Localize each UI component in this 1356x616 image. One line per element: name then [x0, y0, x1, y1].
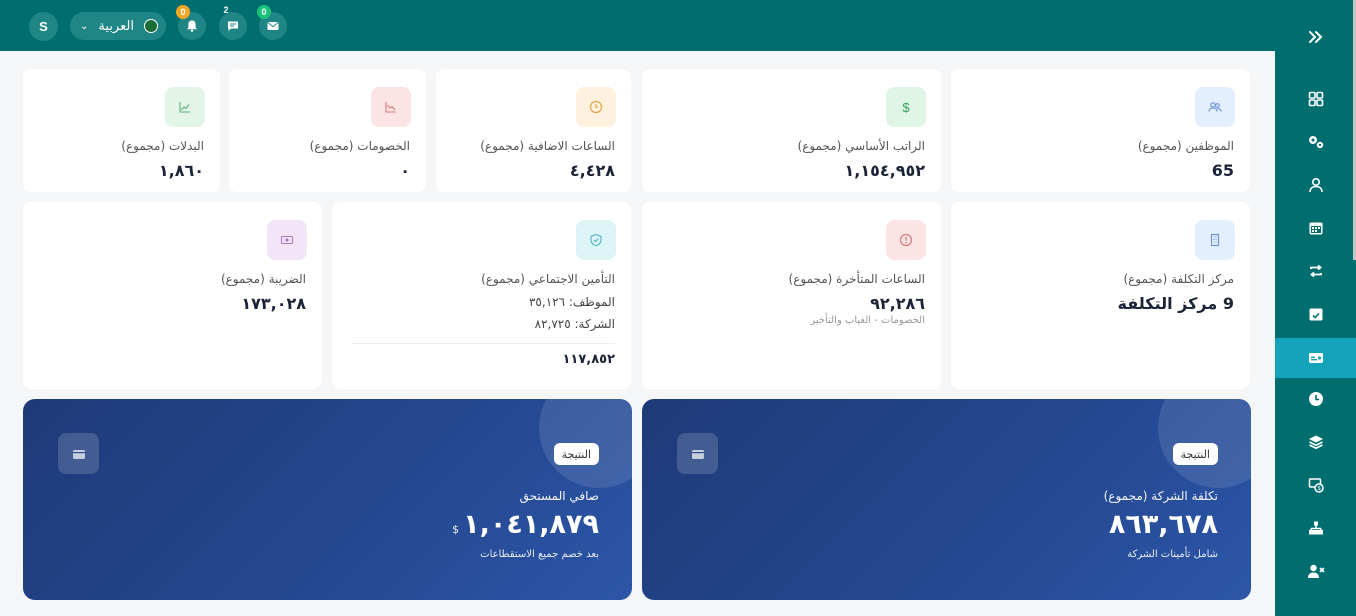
money-icon: $: [1308, 478, 1324, 493]
payroll-icon: [1308, 353, 1323, 363]
card-late-hours-label: الساعات المتأخرة (مجموع): [788, 272, 925, 286]
divider: [352, 343, 615, 344]
sidebar-item-settings[interactable]: [1275, 123, 1356, 161]
sidebar-item-finance[interactable]: $: [1275, 466, 1356, 504]
card-overtime-value: ٤,٤٢٨: [569, 161, 615, 180]
card-late-hours: الساعات المتأخرة (مجموع) ٩٢,٢٨٦ الخصومات…: [642, 202, 941, 389]
card-cost-center-label: مركز التكلفة (مجموع): [1123, 272, 1234, 286]
notifications-count: 0: [176, 5, 190, 19]
main-content: الموظفين (مجموع) 65 $ الراتب الأساسي (مج…: [0, 51, 1275, 616]
alert-icon: [886, 220, 926, 260]
card-basic-salary-label: الراتب الأساسي (مجموع): [797, 139, 925, 153]
chevron-down-icon: ⌄: [80, 20, 89, 32]
result-net-due-label: صافي المستحق: [519, 489, 599, 503]
dashboard-icon: [1308, 91, 1323, 107]
card-overtime-label: الساعات الاضافية (مجموع): [480, 139, 615, 153]
card-allowances-label: البدلات (مجموع): [121, 139, 204, 153]
card-tax-value: ١٧٣,٠٢٨: [241, 294, 306, 313]
result-pill: النتيجة: [1172, 443, 1218, 465]
top-bar: S ⌄ العربية 0 2 0: [0, 0, 1275, 51]
card-allowances: البدلات (مجموع) ١,٨٦٠: [23, 69, 220, 192]
card-deductions-value: ٠: [400, 161, 410, 180]
card-social-insurance-label: التأمين الاجتماعي (مجموع): [481, 272, 615, 286]
result-company-cost-label: تكلفة الشركة (مجموع): [1103, 489, 1218, 503]
card-social-insurance: التأمين الاجتماعي (مجموع) الموظف: ٣٥,١٢٦…: [332, 202, 631, 389]
bell-icon: [187, 20, 197, 32]
card-late-hours-value: ٩٢,٢٨٦: [870, 294, 925, 313]
org-icon: [1308, 521, 1323, 535]
card-basic-salary: $ الراتب الأساسي (مجموع) ١,١٥٤,٩٥٢: [642, 69, 941, 192]
result-net-due-subtext: بعد خصم جميع الاستقطاعات: [480, 549, 599, 560]
calendar-icon: [1309, 222, 1322, 235]
sidebar-item-time[interactable]: [1275, 380, 1356, 418]
user-avatar[interactable]: S: [29, 12, 58, 41]
result-company-cost-value: ٨٦٣,٦٧٨: [1108, 509, 1218, 540]
card-tax-label: الضريبة (مجموع): [220, 272, 306, 286]
mail-icon: [267, 22, 279, 30]
trend-up-icon: [165, 87, 205, 127]
settings-icon: [1308, 136, 1323, 149]
wallet-icon: [58, 433, 99, 474]
svg-text:$: $: [1317, 486, 1320, 492]
messages-count: 2: [223, 5, 229, 15]
mail-button[interactable]: 0: [257, 5, 287, 40]
transfer-icon: [1309, 264, 1322, 278]
sidebar-item-profile[interactable]: [1275, 166, 1356, 204]
result-company-cost-subtext: شامل تأمينات الشركة: [1127, 549, 1218, 560]
clock-icon: [576, 87, 616, 127]
chat-icon: [228, 21, 238, 31]
card-allowances-value: ١,٨٦٠: [158, 161, 204, 180]
sidebar: $: [1275, 0, 1356, 616]
sidebar-item-calendar[interactable]: [1275, 209, 1356, 247]
flag-icon: [143, 19, 158, 33]
wallet-icon: [677, 433, 718, 474]
result-net-due: النتيجة صافي المستحق ١,٠٤١,٨٧٩$ بعد خصم …: [23, 399, 632, 600]
sidebar-item-payroll[interactable]: [1275, 338, 1356, 378]
clock-icon: [1308, 392, 1323, 406]
user-icon: [1308, 177, 1323, 193]
card-cost-center: مركز التكلفة (مجموع) 9 مركز التكلفة: [951, 202, 1250, 389]
result-net-due-amount: ١,٠٤١,٨٧٩: [463, 509, 599, 540]
language-label: العربية: [98, 18, 134, 33]
cash-icon: [267, 220, 307, 260]
sidebar-item-dashboard[interactable]: [1275, 80, 1356, 118]
card-deductions-label: الخصومات (مجموع): [309, 139, 410, 153]
mail-count: 0: [257, 5, 271, 19]
currency-unit: $: [452, 523, 460, 536]
card-employees: الموظفين (مجموع) 65: [951, 69, 1250, 192]
card-deductions: الخصومات (مجموع) ٠: [229, 69, 426, 192]
sidebar-collapse-button[interactable]: [1275, 20, 1356, 54]
shield-icon: [576, 220, 616, 260]
language-selector[interactable]: ⌄ العربية: [70, 12, 166, 40]
calendar-check-icon: [1309, 308, 1322, 321]
layers-icon: [1308, 435, 1323, 450]
card-social-insurance-employee: الموظف: ٣٥,١٢٦: [528, 295, 615, 309]
user-remove-icon: [1307, 564, 1325, 578]
trend-down-icon: [371, 87, 411, 127]
result-company-cost: النتيجة تكلفة الشركة (مجموع) ٨٦٣,٦٧٨ شام…: [642, 399, 1251, 600]
dollar-icon: $: [886, 87, 926, 127]
sidebar-item-layers[interactable]: [1275, 423, 1356, 461]
card-cost-center-value: 9 مركز التكلفة: [1117, 294, 1234, 313]
double-chevron-icon: [1308, 31, 1322, 43]
messages-button[interactable]: 2: [219, 5, 247, 40]
result-pill: النتيجة: [553, 443, 599, 465]
result-net-due-value: ١,٠٤١,٨٧٩$: [452, 509, 599, 540]
sidebar-item-terminations[interactable]: [1275, 552, 1356, 590]
sidebar-item-organization[interactable]: [1275, 509, 1356, 547]
card-employees-value: 65: [1211, 161, 1234, 180]
sidebar-item-transfers[interactable]: [1275, 252, 1356, 290]
card-social-insurance-company: الشركة: ٨٢,٧٢٥: [534, 317, 615, 331]
card-basic-salary-value: ١,١٥٤,٩٥٢: [844, 161, 925, 180]
card-late-hours-subtext: الخصومات - الغياب والتأخير: [810, 315, 925, 326]
card-tax: الضريبة (مجموع) ١٧٣,٠٢٨: [23, 202, 322, 389]
card-employees-label: الموظفين (مجموع): [1137, 139, 1234, 153]
notifications-button[interactable]: 0: [176, 5, 206, 40]
card-social-insurance-total: ١١٧,٨٥٢: [562, 352, 615, 367]
building-icon: [1195, 220, 1235, 260]
card-overtime: الساعات الاضافية (مجموع) ٤,٤٢٨: [436, 69, 631, 192]
sidebar-item-attendance[interactable]: [1275, 295, 1356, 333]
users-icon: [1195, 87, 1235, 127]
